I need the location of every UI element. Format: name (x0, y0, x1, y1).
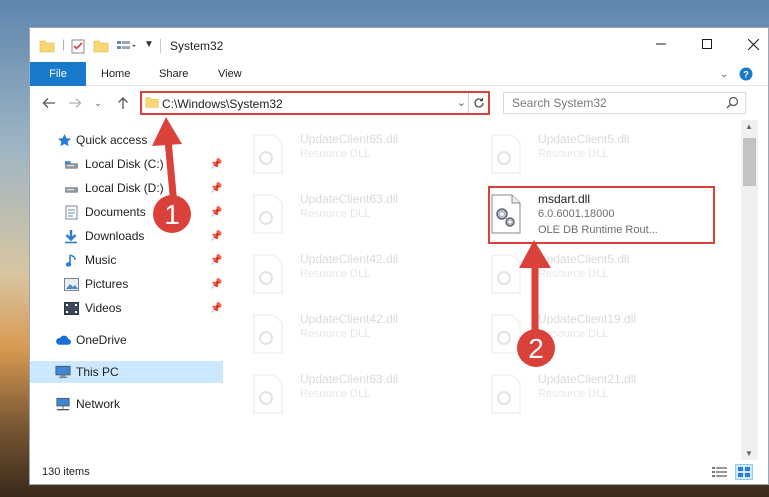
annotation-layer: 1 2 (152, 117, 555, 367)
step-number-1: 1 (164, 199, 180, 230)
step-badge-1: 1 (153, 195, 191, 233)
step-number-2: 2 (528, 333, 544, 364)
arrow-1 (152, 117, 182, 206)
step-badge-2: 2 (517, 329, 555, 367)
arrow-2 (519, 240, 551, 330)
